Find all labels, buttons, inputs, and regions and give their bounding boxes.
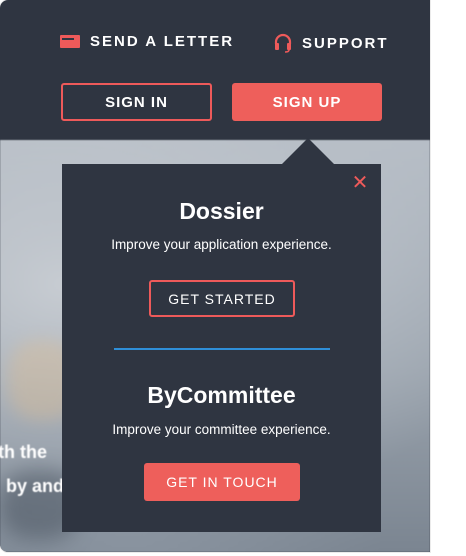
get-started-button[interactable]: GET STARTED	[149, 280, 295, 317]
send-letter-link[interactable]: SEND A LETTER	[60, 33, 234, 50]
support-link[interactable]: SUPPORT	[274, 33, 389, 53]
hero-text-line: by and	[6, 476, 65, 496]
product-description-bycommittee: Improve your committee experience.	[112, 422, 331, 437]
hero-text-line: th the	[0, 442, 47, 462]
send-letter-label: SEND A LETTER	[90, 33, 235, 50]
product-title-bycommittee: ByCommittee	[147, 382, 296, 408]
product-description-dossier: Improve your application experience.	[111, 237, 332, 252]
product-title-dossier: Dossier	[179, 198, 264, 224]
close-icon[interactable]: ✕	[351, 173, 369, 193]
envelope-icon	[60, 35, 80, 48]
headset-icon	[274, 33, 292, 53]
app-window: th the by and SEND A LETTER SUPPORT SIGN…	[0, 0, 430, 552]
support-label: SUPPORT	[302, 34, 389, 52]
sign-in-button[interactable]: SIGN IN	[61, 83, 212, 121]
sign-up-button[interactable]: SIGN UP	[232, 83, 382, 121]
popup-pointer	[282, 138, 334, 164]
top-navigation: SEND A LETTER SUPPORT	[60, 33, 390, 55]
divider	[114, 348, 330, 350]
get-in-touch-button[interactable]: GET IN TOUCH	[144, 463, 300, 501]
products-popup: ✕ Dossier Improve your application exper…	[62, 164, 381, 532]
